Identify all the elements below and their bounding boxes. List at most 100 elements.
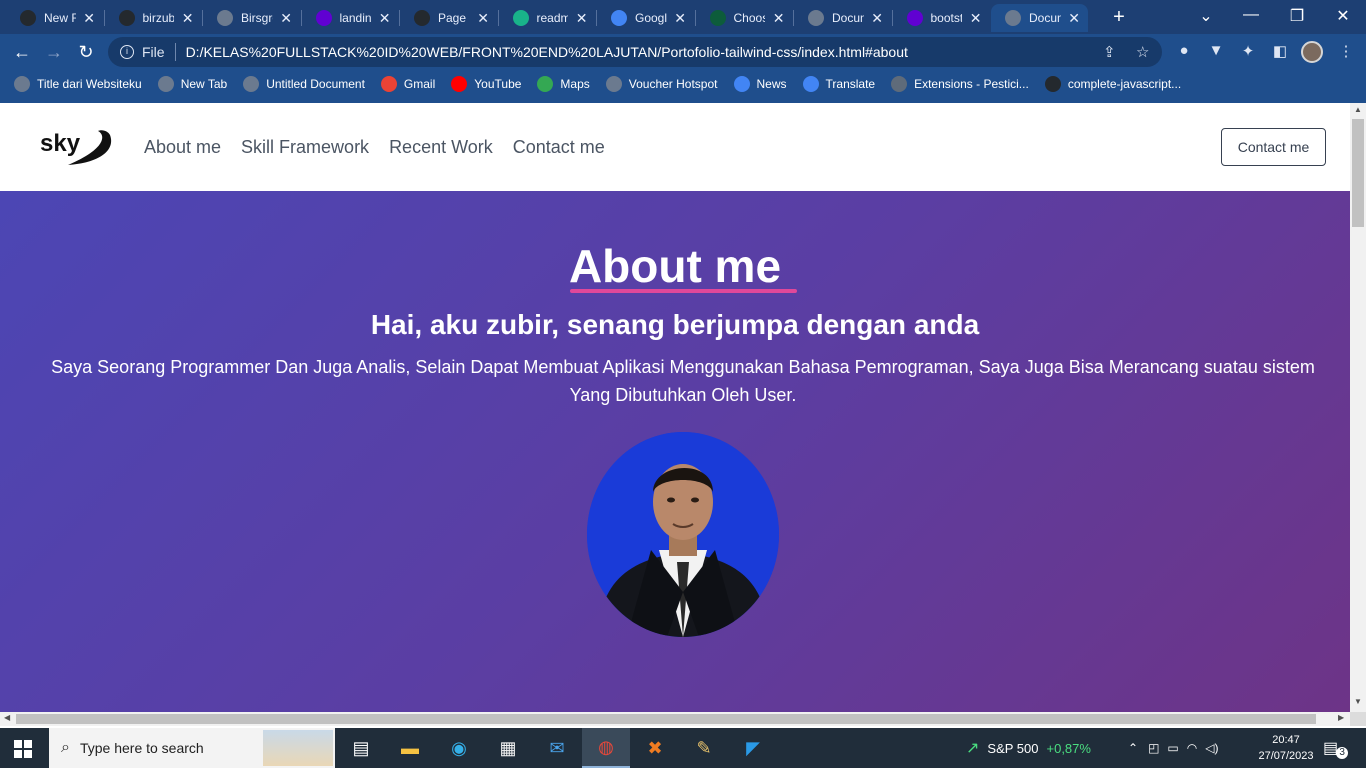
bookmark-label: Voucher Hotspot bbox=[628, 77, 718, 91]
reload-icon[interactable]: ↻ bbox=[76, 42, 96, 62]
close-window-icon[interactable]: ✕ bbox=[1333, 6, 1353, 26]
tab-close-icon[interactable]: ✕ bbox=[377, 10, 392, 27]
bookmark-item[interactable]: complete-javascript... bbox=[1044, 76, 1181, 92]
sky-logo[interactable]: sky bbox=[40, 125, 120, 169]
vue-devtools-icon[interactable]: ▼ bbox=[1206, 42, 1226, 59]
bookmark-item[interactable]: Title dari Websiteku bbox=[14, 76, 142, 92]
address-bar[interactable]: i File D:/KELAS%20FULLSTACK%20ID%20WEB/F… bbox=[108, 37, 1162, 67]
news-icon bbox=[733, 76, 750, 92]
paint-icon[interactable]: ✎ bbox=[680, 728, 728, 768]
bookmark-item[interactable]: YouTube bbox=[451, 76, 521, 92]
browser-tab[interactable]: readm ✕ bbox=[499, 4, 596, 32]
browser-tab[interactable]: birzub ✕ bbox=[105, 4, 202, 32]
about-subtitle: Hai, aku zubir, senang berjumpa dengan a… bbox=[370, 309, 980, 340]
extensions-puzzle-icon[interactable]: ✦ bbox=[1238, 42, 1258, 60]
tab-close-icon[interactable]: ✕ bbox=[771, 10, 786, 27]
scroll-left-icon[interactable]: ◀ bbox=[4, 713, 10, 722]
bookmark-item[interactable]: Untitled Document bbox=[243, 76, 365, 92]
browser-tab[interactable]: bootst ✕ bbox=[893, 4, 990, 32]
tab-separator bbox=[694, 10, 696, 26]
tab-close-icon[interactable]: ✕ bbox=[1067, 10, 1082, 27]
tab-close-icon[interactable]: ✕ bbox=[476, 10, 491, 27]
battery-icon[interactable]: ▭ bbox=[1167, 741, 1178, 755]
nav-link-about-me[interactable]: About me bbox=[144, 137, 221, 158]
browser-tab[interactable]: Choos ✕ bbox=[696, 4, 793, 32]
vertical-scrollbar[interactable]: ▲ ▼ bbox=[1350, 103, 1366, 712]
notification-center[interactable]: ▤ 3 bbox=[1323, 728, 1349, 768]
tab-title: Docum bbox=[1029, 11, 1061, 25]
search-icon: ⌕ bbox=[61, 739, 70, 756]
windows-start-icon[interactable] bbox=[14, 740, 32, 758]
bookmark-label: Extensions - Pestici... bbox=[914, 77, 1029, 91]
tab-close-icon[interactable]: ✕ bbox=[82, 10, 97, 27]
browser-tab[interactable]: Docum ✕ bbox=[794, 4, 891, 32]
xampp-icon[interactable]: ✖ bbox=[631, 728, 679, 768]
minimize-icon[interactable]: — bbox=[1241, 6, 1261, 24]
translate-icon bbox=[611, 10, 627, 26]
bookmark-item[interactable]: News bbox=[733, 76, 787, 92]
tab-separator bbox=[497, 10, 499, 26]
translate-icon bbox=[802, 76, 819, 92]
scroll-up-icon[interactable]: ▲ bbox=[1350, 105, 1366, 114]
nav-link-contact-me[interactable]: Contact me bbox=[513, 137, 605, 158]
share-icon[interactable]: ⇪ bbox=[1103, 43, 1116, 61]
show-hidden-icons[interactable]: ⌃ bbox=[1128, 741, 1138, 755]
task-view-icon[interactable]: ▤ bbox=[337, 728, 385, 768]
site-info-icon[interactable]: i bbox=[120, 45, 134, 59]
contact-me-button[interactable]: Contact me bbox=[1221, 128, 1326, 166]
tab-close-icon[interactable]: ✕ bbox=[574, 10, 589, 27]
scroll-right-icon[interactable]: ▶ bbox=[1338, 713, 1344, 722]
file-explorer-icon[interactable]: ▬ bbox=[386, 728, 434, 768]
new-tab-button[interactable]: + bbox=[1108, 6, 1130, 29]
stock-name: S&P 500 bbox=[987, 740, 1039, 756]
tab-close-icon[interactable]: ✕ bbox=[870, 10, 885, 27]
wifi-icon[interactable]: ◠ bbox=[1187, 741, 1197, 755]
browser-tab[interactable]: Docum ✕ bbox=[991, 4, 1088, 32]
side-panel-icon[interactable]: ◧ bbox=[1270, 42, 1290, 60]
vertical-scroll-thumb[interactable] bbox=[1352, 119, 1364, 227]
bookmark-item[interactable]: New Tab bbox=[157, 76, 227, 92]
browser-tab[interactable]: Page n ✕ bbox=[400, 4, 497, 32]
taskbar-search[interactable]: ⌕ Type here to search bbox=[49, 728, 335, 768]
back-icon[interactable]: ← bbox=[12, 42, 32, 62]
edge-icon[interactable]: ◉ bbox=[435, 728, 483, 768]
horizontal-scroll-thumb[interactable] bbox=[16, 714, 1316, 724]
globe-icon bbox=[14, 76, 30, 92]
chrome-icon[interactable]: ◍ bbox=[582, 728, 630, 768]
horizontal-scrollbar[interactable]: ◀ ▶ bbox=[0, 712, 1350, 726]
bookmark-item[interactable]: Maps bbox=[537, 76, 590, 92]
bookmark-item[interactable]: Extensions - Pestici... bbox=[891, 76, 1029, 92]
nav-link-skill-framework[interactable]: Skill Framework bbox=[241, 137, 369, 158]
store-icon[interactable]: ▦ bbox=[484, 728, 532, 768]
browser-tab[interactable]: New Fi ✕ bbox=[6, 4, 103, 32]
tab-close-icon[interactable]: ✕ bbox=[673, 10, 688, 27]
tab-search-icon[interactable]: ⌄ bbox=[1196, 6, 1216, 26]
browser-tab[interactable]: Birsgro ✕ bbox=[203, 4, 300, 32]
restore-icon[interactable]: ❐ bbox=[1287, 6, 1307, 26]
stock-widget[interactable]: ↗ S&P 500 +0,87% bbox=[966, 728, 1091, 768]
tab-close-icon[interactable]: ✕ bbox=[180, 10, 195, 27]
page-viewport: sky About me Skill Framework Recent Work Co… bbox=[0, 103, 1350, 712]
scroll-down-icon[interactable]: ▼ bbox=[1350, 697, 1366, 706]
bookmark-item[interactable]: Voucher Hotspot bbox=[605, 76, 718, 92]
bookmark-star-icon[interactable]: ☆ bbox=[1136, 43, 1149, 61]
url-text[interactable]: D:/KELAS%20FULLSTACK%20ID%20WEB/FRONT%20… bbox=[186, 44, 908, 60]
bookmark-item[interactable]: Translate bbox=[802, 76, 875, 92]
tab-separator bbox=[103, 10, 105, 26]
globe-icon bbox=[1005, 10, 1021, 26]
meet-now-icon[interactable]: ◰ bbox=[1148, 741, 1159, 755]
browser-tab[interactable]: Google ✕ bbox=[597, 4, 694, 32]
extension-icon[interactable]: ● bbox=[1174, 42, 1194, 59]
profile-avatar[interactable] bbox=[1301, 41, 1323, 63]
browser-tab[interactable]: landing ✕ bbox=[302, 4, 399, 32]
volume-icon[interactable]: ◁) bbox=[1205, 741, 1218, 755]
mail-icon[interactable]: ✉ bbox=[533, 728, 581, 768]
tab-close-icon[interactable]: ✕ bbox=[968, 10, 983, 27]
forward-icon[interactable]: → bbox=[44, 42, 64, 62]
vscode-icon[interactable]: ◤ bbox=[729, 728, 777, 768]
bookmark-item[interactable]: Gmail bbox=[380, 76, 435, 92]
tab-close-icon[interactable]: ✕ bbox=[279, 10, 294, 27]
nav-link-recent-work[interactable]: Recent Work bbox=[389, 137, 493, 158]
browser-menu-icon[interactable]: ⋮ bbox=[1336, 42, 1356, 60]
taskbar-clock[interactable]: 20:47 27/07/2023 bbox=[1258, 732, 1314, 764]
